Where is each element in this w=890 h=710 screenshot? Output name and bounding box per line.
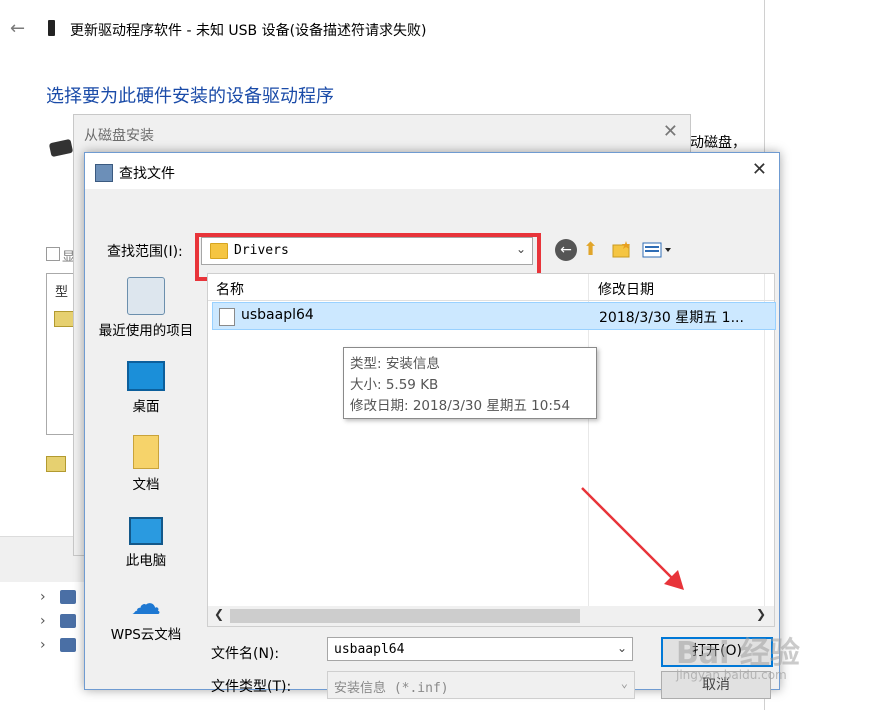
this-pc-icon xyxy=(129,517,163,545)
obscured-text: 动磁盘， xyxy=(690,135,746,151)
tooltip-type: 类型: 安装信息 xyxy=(350,356,440,372)
close-icon[interactable]: ✕ xyxy=(752,159,767,180)
tree-row[interactable]: › xyxy=(40,610,76,632)
file-tooltip: 类型: 安装信息 大小: 5.59 KB 修改日期: 2018/3/30 星期五… xyxy=(343,347,597,419)
watermark-url: jingyan.baidu.com xyxy=(676,668,787,682)
look-in-label: 查找范围(I): xyxy=(107,244,183,260)
chevron-right-icon: › xyxy=(40,589,46,605)
back-arrow-icon[interactable]: ← xyxy=(10,18,25,39)
place-recent-items[interactable]: 最近使用的项目 xyxy=(85,277,207,339)
back-icon[interactable]: ← xyxy=(555,239,577,261)
tree-row[interactable]: › xyxy=(40,634,76,656)
compatible-checkbox[interactable] xyxy=(46,247,60,261)
place-documents[interactable]: 文档 xyxy=(85,435,207,493)
chevron-right-icon: › xyxy=(40,637,46,653)
file-type-label: 文件类型(T): xyxy=(211,679,292,695)
place-label: 桌面 xyxy=(132,399,160,415)
find-file-dialog: 查找文件 ✕ 查找范围(I): Drivers ⌄ ← ⬆ 最近使用的项目 桌面 xyxy=(84,152,780,699)
column-header-modified[interactable]: 修改日期 xyxy=(598,279,654,299)
signed-driver-icon xyxy=(46,456,66,472)
scroll-left-icon[interactable]: ❮ xyxy=(214,607,224,621)
driver-icon xyxy=(54,311,74,327)
file-name-input[interactable] xyxy=(327,637,633,661)
new-folder-icon[interactable] xyxy=(611,239,633,261)
column-header-name[interactable]: 名称 xyxy=(216,279,244,299)
network-adapter-icon xyxy=(59,614,76,628)
up-folder-icon[interactable]: ⬆ xyxy=(583,239,605,261)
tooltip-size: 大小: 5.59 KB xyxy=(350,377,439,393)
model-column-header: 型 xyxy=(55,285,69,300)
file-name: usbaapl64 xyxy=(241,307,314,323)
place-wps-cloud[interactable]: ☁ WPS云文档 xyxy=(85,587,207,644)
cloud-icon: ☁ xyxy=(131,587,161,622)
file-list[interactable]: 名称 修改日期 usbaapl64 2018/3/30 星期五 1... ❮ ❯ xyxy=(207,273,776,627)
place-desktop[interactable]: 桌面 xyxy=(85,361,207,415)
page-heading: 选择要为此硬件安装的设备驱动程序 xyxy=(46,86,334,107)
chevron-down-icon[interactable]: ⌄ xyxy=(617,641,627,655)
window-title: 更新驱动程序软件 - 未知 USB 设备(设备描述符请求失败) xyxy=(70,23,427,39)
file-name-label: 文件名(N): xyxy=(211,646,280,662)
usb-device-icon xyxy=(48,20,55,36)
place-this-pc[interactable]: 此电脑 xyxy=(85,517,207,569)
horizontal-scrollbar[interactable]: ❮ ❯ xyxy=(208,606,774,626)
chevron-right-icon: › xyxy=(40,613,46,629)
header-divider xyxy=(208,300,774,301)
view-menu-icon[interactable] xyxy=(641,239,675,261)
network-icon xyxy=(59,590,76,604)
title-bar: 查找文件 ✕ xyxy=(85,153,779,189)
inf-file-icon xyxy=(219,308,235,326)
recent-items-icon xyxy=(127,277,165,315)
close-icon[interactable]: ✕ xyxy=(663,121,678,142)
place-label: 此电脑 xyxy=(125,553,167,569)
file-type-value: 安装信息 (*.inf) xyxy=(334,681,449,696)
dialog-title: 查找文件 xyxy=(119,166,175,182)
file-row[interactable]: usbaapl64 2018/3/30 星期五 1... xyxy=(212,302,776,330)
cable-icon xyxy=(48,138,74,158)
desktop-icon xyxy=(127,361,165,391)
places-bar: 最近使用的项目 桌面 文档 此电脑 ☁ WPS云文档 xyxy=(85,273,207,693)
file-modified: 2018/3/30 星期五 1... xyxy=(599,310,744,326)
chevron-down-icon: ⌄ xyxy=(620,676,628,690)
scroll-right-icon[interactable]: ❯ xyxy=(756,607,766,621)
tree-row[interactable]: › xyxy=(40,586,76,608)
dialog-body: 查找范围(I): Drivers ⌄ ← ⬆ 最近使用的项目 桌面 文档 此电脑… xyxy=(85,189,779,699)
file-type-select[interactable]: 安装信息 (*.inf) ⌄ xyxy=(327,671,635,699)
dialog-title: 从磁盘安装 xyxy=(84,128,154,144)
place-label: 最近使用的项目 xyxy=(98,323,194,339)
monitor-icon xyxy=(59,638,76,652)
dialog-app-icon xyxy=(95,164,113,182)
scrollbar-thumb[interactable] xyxy=(230,609,580,623)
place-label: 文档 xyxy=(132,477,160,493)
baidu-watermark-logo: Bai 经验 xyxy=(676,636,800,671)
documents-icon xyxy=(133,435,159,469)
place-label: WPS云文档 xyxy=(110,627,182,643)
tooltip-modified: 修改日期: 2018/3/30 星期五 10:54 xyxy=(350,398,571,414)
